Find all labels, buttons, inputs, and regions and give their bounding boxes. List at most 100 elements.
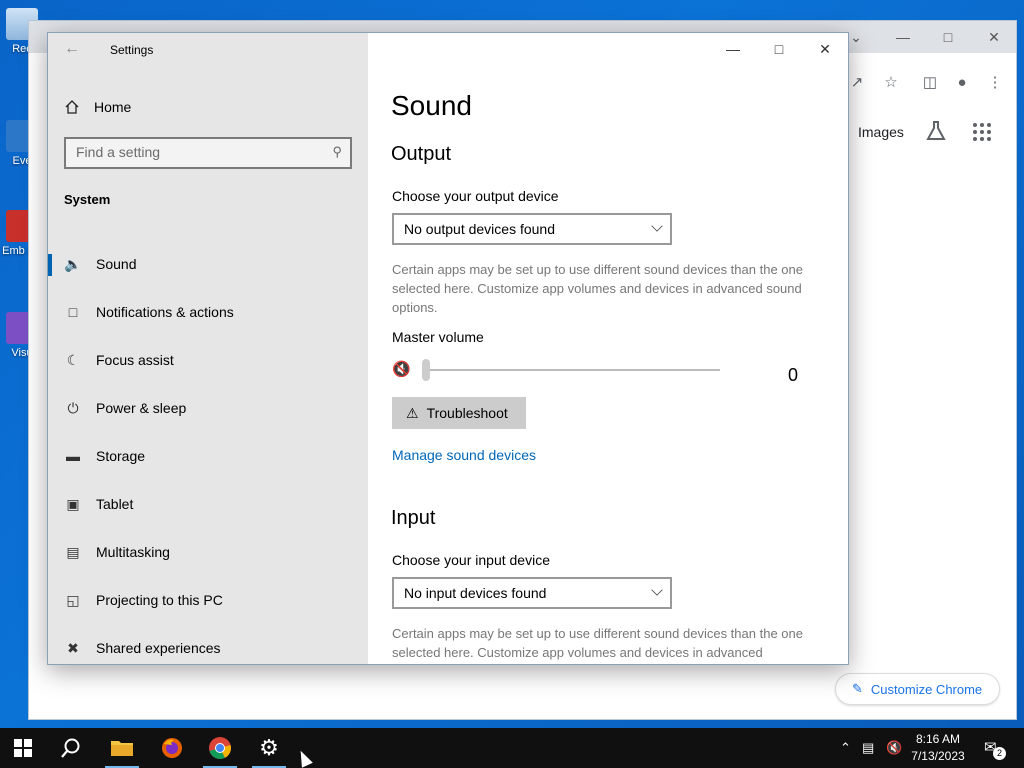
volume-value: 0 [788,365,799,385]
google-apps-icon[interactable] [973,123,991,141]
input-device-dropdown[interactable]: No input devices found [392,577,672,609]
network-icon[interactable]: ▤ [862,740,874,756]
home-label: Home [94,99,132,115]
taskbar-file-explorer[interactable] [99,728,145,768]
section-title: System [64,192,111,207]
notification-count: 2 [993,747,1006,760]
taskbar: ⚙ ⌃ ▤ 🔇 8:16 AM 7/13/2023 ✉ 2 [0,728,1024,768]
volume-slider-track[interactable] [424,369,720,371]
nav-item-label: Shared experiences [96,640,221,656]
chevron-up-icon[interactable]: ⌃ [840,740,851,756]
tablet-icon: ▣ [66,495,80,512]
output-heading: Output [391,143,452,165]
page-title: Sound [391,90,472,121]
search-icon: ⚲ [332,144,342,159]
nav-item-sound[interactable]: 🔈 Sound [48,240,368,288]
clock-date: 7/13/2023 [911,749,965,763]
speaker-muted-icon[interactable]: 🔇 [392,360,411,378]
customize-chrome-label: Customize Chrome [870,681,983,697]
home-icon [65,100,79,114]
settings-nav: 🔈 Sound □ Notifications & actions ☾ Focu… [48,240,368,664]
nav-item-label: Sound [96,256,137,272]
nav-item-label: Storage [96,448,146,464]
nav-item-label: Notifications & actions [96,304,234,320]
nav-item-tablet[interactable]: ▣ Tablet [48,480,368,528]
firefox-icon [162,738,182,758]
nav-item-focus-assist[interactable]: ☾ Focus assist [48,336,368,384]
search-placeholder: Find a setting [76,144,161,160]
volume-muted-icon[interactable]: 🔇 [886,740,902,756]
nav-item-storage[interactable]: ▬ Storage [48,432,368,480]
troubleshoot-button[interactable]: ⚠ Troubleshoot [392,397,526,429]
nav-item-multitasking[interactable]: ▤ Multitasking [48,528,368,576]
manage-sound-devices-link[interactable]: Manage sound devices [392,447,536,463]
start-button[interactable] [0,728,46,768]
chrome-menu-icon[interactable]: ⋮ [985,73,1005,93]
settings-content: — □ ✕ Sound Output Choose your output de… [368,33,848,664]
master-volume-label: Master volume [392,329,484,345]
notification-icon: □ [68,304,78,320]
find-setting-input[interactable]: Find a setting ⚲ [64,137,352,169]
projector-icon: ◱ [66,591,80,608]
nav-item-label: Tablet [96,496,134,512]
clock-time: 8:16 AM [915,732,961,746]
windows-logo-icon [14,739,32,757]
warning-icon: ⚠ [406,404,419,421]
bookmark-star-icon[interactable]: ☆ [881,73,901,93]
moon-icon: ☾ [66,351,80,368]
chrome-maximize-button[interactable]: □ [936,27,960,47]
output-help-text: Certain apps may be set up to use differ… [392,262,803,315]
nav-home[interactable]: Home [64,95,131,119]
nav-item-label: Focus assist [96,352,174,368]
speaker-icon: 🔈 [64,255,82,272]
side-panel-icon[interactable]: ◫ [920,73,940,93]
share-icon[interactable]: ↗ [847,73,867,93]
images-link[interactable]: Images [858,124,904,140]
customize-chrome-button[interactable]: ✎ Customize Chrome [835,673,1000,705]
multitasking-icon: ▤ [66,543,80,560]
chrome-icon [209,737,231,759]
volume-slider-thumb[interactable] [422,359,430,381]
nav-item-label: Multitasking [96,544,170,560]
close-button[interactable]: ✕ [810,41,840,61]
back-arrow-icon[interactable]: ← [64,40,80,58]
storage-icon: ▬ [66,448,80,464]
profile-avatar-icon[interactable]: ● [952,73,972,93]
chevron-down-icon [651,584,663,596]
output-device-label: Choose your output device [392,188,559,204]
taskbar-search-button[interactable] [48,728,94,768]
maximize-button[interactable]: □ [764,41,794,61]
minimize-button[interactable]: — [718,41,748,61]
nav-item-shared-experiences[interactable]: ✖ Shared experiences [48,624,368,664]
chevron-down-icon [651,220,663,232]
output-device-dropdown[interactable]: No output devices found [392,213,672,245]
gear-icon: ⚙ [259,735,279,760]
nav-item-label: Power & sleep [96,400,187,416]
labs-flask-icon[interactable] [925,120,947,142]
taskbar-chrome[interactable] [197,728,243,768]
input-device-label: Choose your input device [392,552,550,568]
chrome-minimize-button[interactable]: — [891,27,915,47]
output-device-value: No output devices found [404,221,555,237]
power-icon: ⏻ [67,399,79,416]
nav-item-power-sleep[interactable]: ⏻ Power & sleep [48,384,368,432]
clock[interactable]: 8:16 AM 7/13/2023 [906,731,970,765]
settings-sidebar: ← Settings Home Find a setting ⚲ System … [48,33,368,664]
settings-window: ← Settings Home Find a setting ⚲ System … [47,32,849,665]
shared-icon: ✖ [67,639,79,656]
taskbar-settings[interactable]: ⚙ [246,728,292,768]
chrome-close-button[interactable]: ✕ [982,27,1006,47]
input-help-text: Certain apps may be set up to use differ… [392,626,803,660]
action-center-button[interactable]: ✉ 2 [984,738,1006,760]
app-title: Settings [110,43,154,57]
folder-icon [111,741,133,756]
taskbar-firefox[interactable] [149,728,195,768]
troubleshoot-label: Troubleshoot [426,405,508,421]
input-heading: Input [391,507,436,529]
search-icon [61,738,80,758]
input-device-value: No input devices found [404,585,547,601]
nav-item-notifications[interactable]: □ Notifications & actions [48,288,368,336]
volume-row: 🔇 [392,359,812,382]
nav-item-label: Projecting to this PC [96,592,223,608]
nav-item-projecting[interactable]: ◱ Projecting to this PC [48,576,368,624]
